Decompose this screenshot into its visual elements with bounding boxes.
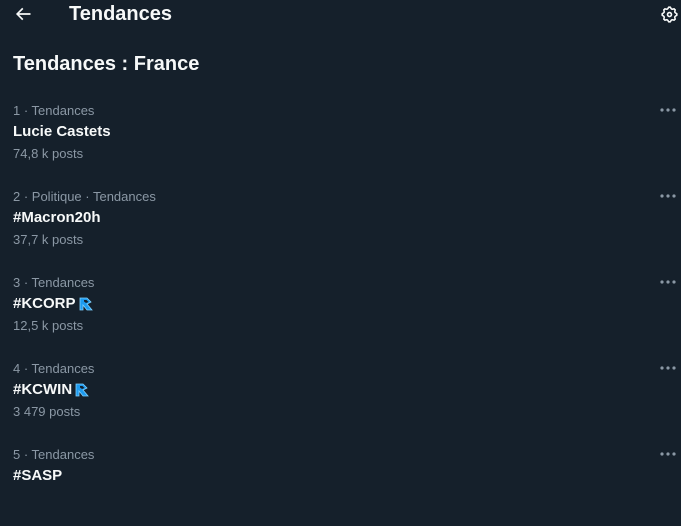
page-title: Tendances — [69, 3, 172, 25]
more-options-button[interactable] — [659, 274, 677, 290]
trend-name[interactable]: Lucie Castets — [13, 123, 111, 141]
more-options-button[interactable] — [659, 446, 677, 462]
trend-post-count: 12,5 k posts — [13, 318, 84, 333]
trend-meta: 2 · Politique · Tendances — [13, 189, 156, 204]
arrow-left-icon — [15, 7, 31, 21]
trend-post-count: 74,8 k posts — [13, 146, 84, 161]
trend-name-text: #SASP — [13, 467, 63, 484]
trend-name-text: #KCORP — [13, 295, 76, 312]
gear-icon — [660, 5, 678, 23]
trend-meta: 1 · Tendances — [13, 103, 95, 118]
team-badge-icon — [75, 383, 90, 397]
top-bar: Tendances — [0, 0, 681, 30]
trend-item[interactable]: 5 · Tendances #SASP — [0, 440, 681, 526]
trend-item[interactable]: 3 · Tendances #KCORP 12,5 k posts — [0, 268, 681, 354]
trend-meta: 5 · Tendances — [13, 447, 95, 462]
more-options-button[interactable] — [659, 102, 677, 118]
more-horizontal-icon — [660, 194, 676, 198]
more-horizontal-icon — [660, 108, 676, 112]
trend-item[interactable]: 2 · Politique · Tendances #Macron20h 37,… — [0, 182, 681, 268]
trend-name-text: Lucie Castets — [13, 123, 111, 140]
more-horizontal-icon — [660, 366, 676, 370]
settings-button[interactable] — [657, 2, 681, 26]
trend-meta: 3 · Tendances — [13, 275, 95, 290]
more-horizontal-icon — [660, 452, 676, 456]
trend-post-count: 3 479 posts — [13, 404, 81, 419]
trend-name-text: #KCWIN — [13, 381, 73, 398]
trend-item[interactable]: 4 · Tendances #KCWIN 3 479 posts — [0, 354, 681, 440]
trend-name[interactable]: #KCWIN — [13, 381, 91, 399]
section-title: Tendances : France — [13, 53, 200, 75]
trend-list: 1 · Tendances Lucie Castets 74,8 k posts… — [0, 96, 681, 526]
trend-meta: 4 · Tendances — [13, 361, 95, 376]
trend-post-count: 37,7 k posts — [13, 232, 84, 247]
back-button[interactable] — [8, 0, 38, 28]
team-badge-icon — [79, 297, 93, 311]
more-options-button[interactable] — [659, 360, 677, 376]
trend-name-text: #Macron20h — [13, 209, 101, 226]
trend-item[interactable]: 1 · Tendances Lucie Castets 74,8 k posts — [0, 96, 681, 182]
trend-name[interactable]: #SASP — [13, 467, 62, 485]
more-options-button[interactable] — [659, 188, 677, 204]
trend-name[interactable]: #Macron20h — [13, 209, 101, 227]
trend-name[interactable]: #KCORP — [13, 295, 95, 313]
more-horizontal-icon — [660, 280, 676, 284]
